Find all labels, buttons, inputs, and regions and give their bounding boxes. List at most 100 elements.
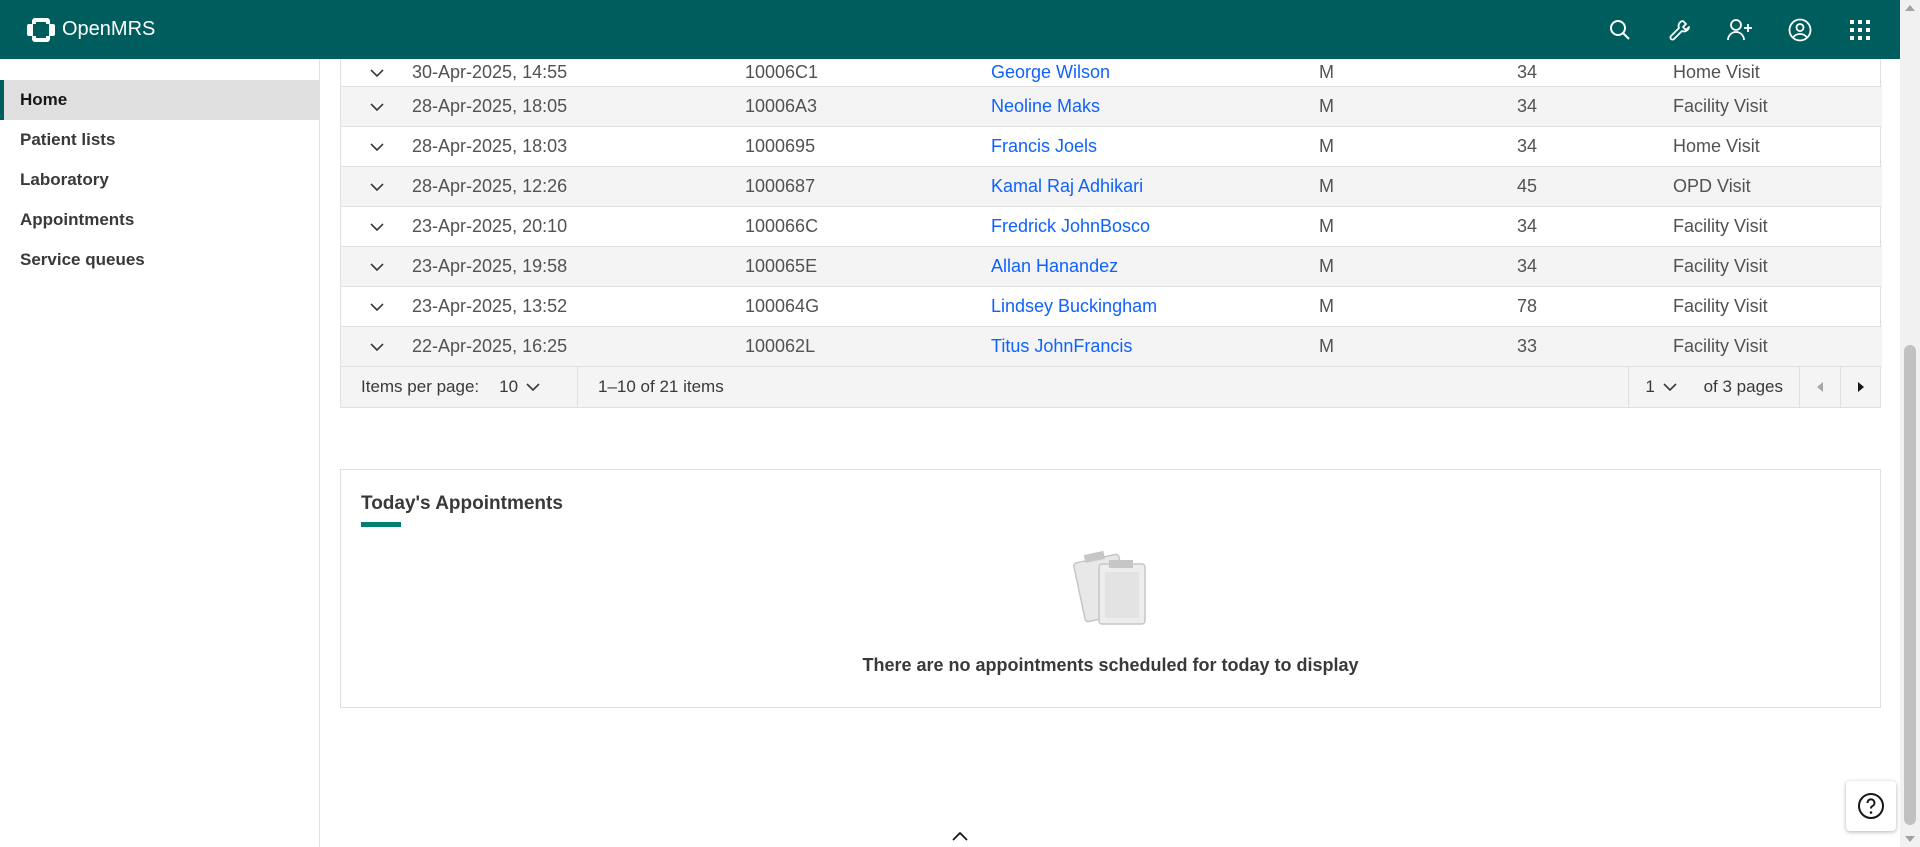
title-accent-bar bbox=[361, 521, 401, 527]
sidebar-item-home[interactable]: Home bbox=[0, 80, 319, 120]
patient-id-cell: 100062L bbox=[745, 335, 816, 356]
gender-cell: M bbox=[1319, 335, 1334, 356]
visit-date-cell: 30-Apr-2025, 14:55 bbox=[412, 61, 568, 82]
chevron-down-icon bbox=[369, 302, 384, 311]
visit-type-cell: Home Visit bbox=[1673, 61, 1760, 82]
page-scrollbar[interactable] bbox=[1900, 0, 1920, 847]
sidebar-item-label: Service queues bbox=[20, 250, 145, 269]
items-per-page-value: 10 bbox=[499, 376, 519, 396]
patient-name-link[interactable]: Titus JohnFrancis bbox=[991, 336, 1132, 356]
age-cell: 34 bbox=[1517, 215, 1538, 236]
scroll-down-arrow-icon[interactable] bbox=[1905, 836, 1915, 842]
age-cell: 34 bbox=[1517, 61, 1538, 82]
page-number-value: 1 bbox=[1645, 376, 1655, 396]
next-page-button[interactable] bbox=[1840, 366, 1880, 407]
page-number-select[interactable]: 1 bbox=[1627, 366, 1694, 407]
patient-name-link[interactable]: George Wilson bbox=[991, 62, 1110, 82]
total-pages-text: of 3 pages bbox=[1694, 366, 1800, 407]
add-patient-button[interactable] bbox=[1710, 0, 1770, 59]
expand-row-button[interactable] bbox=[341, 326, 412, 366]
chevron-down-icon bbox=[369, 222, 384, 231]
sidebar-item-patient-lists[interactable]: Patient lists bbox=[0, 120, 319, 160]
expand-row-button[interactable] bbox=[341, 126, 412, 166]
user-menu-button[interactable] bbox=[1770, 0, 1830, 59]
chevron-down-icon bbox=[369, 69, 384, 77]
search-icon bbox=[1610, 19, 1630, 40]
visit-type-cell: Home Visit bbox=[1673, 135, 1760, 156]
previous-page-button[interactable] bbox=[1800, 367, 1840, 407]
expand-row-button[interactable] bbox=[341, 86, 412, 126]
chevron-down-icon bbox=[369, 262, 384, 271]
gender-cell: M bbox=[1319, 255, 1334, 276]
visit-date-cell: 23-Apr-2025, 20:10 bbox=[412, 215, 568, 236]
age-cell: 34 bbox=[1517, 135, 1538, 156]
patient-name-link[interactable]: Lindsey Buckingham bbox=[991, 296, 1157, 316]
patient-name-link[interactable]: Francis Joels bbox=[991, 136, 1097, 156]
gender-cell: M bbox=[1319, 295, 1334, 316]
gender-cell: M bbox=[1319, 135, 1334, 156]
todays-appointments-card: Today's Appointments There are no appoin… bbox=[340, 468, 1881, 708]
chevron-up-icon bbox=[952, 831, 968, 841]
chevron-down-icon bbox=[369, 142, 384, 151]
help-icon bbox=[1858, 793, 1884, 819]
gender-cell: M bbox=[1319, 95, 1334, 116]
expand-row-button[interactable] bbox=[341, 166, 412, 206]
items-per-page-select[interactable]: 10 bbox=[499, 377, 540, 397]
gender-cell: M bbox=[1319, 175, 1334, 196]
age-cell: 78 bbox=[1517, 295, 1538, 316]
left-sidebar: Home Patient lists Laboratory Appointmen… bbox=[0, 59, 320, 847]
sidebar-item-label: Patient lists bbox=[20, 130, 116, 149]
visit-date-cell: 23-Apr-2025, 19:58 bbox=[412, 255, 568, 276]
patient-id-cell: 100066C bbox=[745, 215, 819, 236]
empty-clipboard-icon bbox=[1073, 550, 1146, 625]
patient-id-cell: 1000687 bbox=[745, 175, 816, 196]
brand-logo[interactable]: OpenMRS bbox=[26, 15, 155, 45]
caret-left-icon bbox=[1817, 381, 1823, 392]
main-content: 30-Apr-2025, 14:55 10006C1 George Wilson M 3… bbox=[340, 59, 1882, 708]
age-cell: 34 bbox=[1517, 95, 1538, 116]
sidebar-item-label: Home bbox=[20, 90, 68, 109]
caret-right-icon bbox=[1857, 381, 1864, 392]
user-avatar-icon bbox=[1788, 18, 1812, 41]
help-button[interactable] bbox=[1846, 781, 1896, 831]
chevron-down-icon bbox=[1663, 382, 1677, 391]
sidebar-item-service-queues[interactable]: Service queues bbox=[0, 240, 319, 280]
visit-date-cell: 23-Apr-2025, 13:52 bbox=[412, 295, 568, 316]
patient-name-link[interactable]: Fredrick JohnBosco bbox=[991, 216, 1150, 236]
scrollbar-thumb[interactable] bbox=[1904, 345, 1916, 825]
scroll-up-arrow-icon[interactable] bbox=[1905, 5, 1915, 11]
expand-row-button[interactable] bbox=[341, 206, 412, 246]
search-button[interactable] bbox=[1590, 0, 1650, 59]
active-visits-table: 30-Apr-2025, 14:55 10006C1 George Wilson M 3… bbox=[340, 59, 1882, 367]
table-row: 23-Apr-2025, 19:58 100065E Allan Hanandez M… bbox=[341, 246, 1882, 286]
system-admin-button[interactable] bbox=[1650, 0, 1710, 59]
sidebar-item-appointments[interactable]: Appointments bbox=[0, 200, 319, 240]
expand-row-button[interactable] bbox=[341, 286, 412, 326]
patient-name-link[interactable]: Allan Hanandez bbox=[991, 256, 1118, 276]
empty-state-message: There are no appointments scheduled for … bbox=[862, 654, 1359, 675]
patient-name-link[interactable]: Neoline Maks bbox=[991, 96, 1100, 116]
expand-row-button[interactable] bbox=[341, 246, 412, 286]
scroll-to-top-button[interactable] bbox=[951, 829, 969, 847]
gender-cell: M bbox=[1319, 61, 1334, 82]
age-cell: 45 bbox=[1517, 175, 1538, 196]
pagination-bar: Items per page: 10 1–10 of 21 items 1 of… bbox=[340, 366, 1881, 408]
chevron-down-icon bbox=[369, 182, 384, 191]
patient-name-link[interactable]: Kamal Raj Adhikari bbox=[991, 176, 1143, 196]
sidebar-item-laboratory[interactable]: Laboratory bbox=[0, 160, 319, 200]
chevron-down-icon bbox=[526, 382, 540, 391]
visit-date-cell: 28-Apr-2025, 18:03 bbox=[412, 135, 568, 156]
table-row: 30-Apr-2025, 14:55 10006C1 George Wilson M 3… bbox=[341, 59, 1882, 86]
table-row: 28-Apr-2025, 12:26 1000687 Kamal Raj Adhik… bbox=[341, 166, 1882, 206]
visit-type-cell: Facility Visit bbox=[1673, 295, 1768, 316]
patient-id-cell: 10006A3 bbox=[745, 95, 818, 116]
table-row: 23-Apr-2025, 20:10 100066C Fredrick JohnBo… bbox=[341, 206, 1882, 246]
add-patient-icon bbox=[1727, 18, 1752, 40]
expand-row-button[interactable] bbox=[341, 59, 412, 86]
visit-type-cell: Facility Visit bbox=[1673, 255, 1768, 276]
visit-type-cell: Facility Visit bbox=[1673, 95, 1768, 116]
app-menu-button[interactable] bbox=[1830, 0, 1890, 59]
brand-name: OpenMRS bbox=[62, 18, 156, 40]
table-row: 28-Apr-2025, 18:03 1000695 Francis Joels M 3… bbox=[341, 126, 1882, 166]
visit-type-cell: Facility Visit bbox=[1673, 335, 1768, 356]
